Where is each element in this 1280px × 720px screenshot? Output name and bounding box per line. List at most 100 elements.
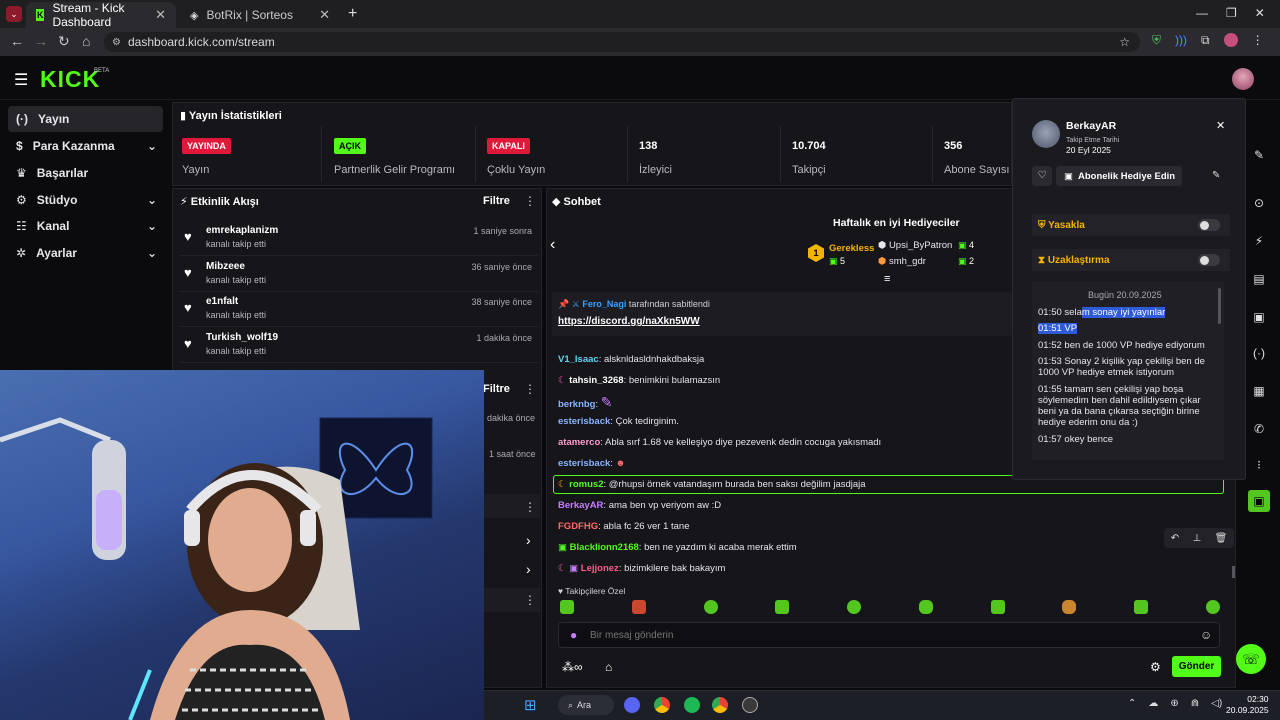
activity-menu-icon[interactable]: ⋮ — [524, 194, 536, 208]
chat-username[interactable]: esterisback — [558, 416, 610, 427]
chrome-active-icon[interactable] — [712, 697, 728, 713]
new-tab-button[interactable]: + — [348, 5, 357, 23]
ban-toggle[interactable] — [1198, 219, 1220, 231]
hamburger-menu-icon[interactable]: ☰ — [14, 70, 28, 90]
close-icon[interactable]: ✕ — [1216, 119, 1225, 132]
chat-username[interactable]: atamerco — [558, 437, 600, 448]
chat-username[interactable]: Lejjonez — [581, 563, 619, 574]
chat-username[interactable]: romus2 — [569, 479, 603, 490]
broadcast-icon[interactable]: (·) — [1248, 342, 1270, 364]
emote-icon[interactable] — [847, 600, 862, 614]
chat-input[interactable] — [590, 626, 1190, 644]
emote-picker-icon[interactable]: ⁂∞ — [562, 660, 583, 674]
target-icon[interactable]: ⊙ — [1248, 192, 1270, 214]
menu-dots-icon[interactable]: ⋮ — [1252, 33, 1264, 48]
chat-icon[interactable]: ▣ — [1248, 306, 1270, 328]
clock[interactable]: 02:30 20.09.2025 — [1226, 694, 1269, 716]
bolt-icon[interactable]: ⚡ — [1248, 230, 1270, 252]
chat-username[interactable]: V1_Isaac — [558, 354, 599, 365]
sidebar-item-kanal[interactable]: ☷ Kanal ⌄ — [8, 213, 163, 239]
bookmark-star-icon[interactable]: ☆ — [1119, 35, 1130, 49]
sidebar-item-ayarlar[interactable]: ✲ Ayarlar ⌄ — [8, 240, 163, 266]
sidebar-item-yayin[interactable]: (·) Yayın — [8, 106, 163, 132]
document-icon[interactable]: ▤ — [1248, 268, 1270, 290]
list-item[interactable]: ♥ Turkish_wolf19 kanalı takip etti 1 dak… — [180, 327, 538, 363]
sidebar-item-para-kazanma[interactable]: $ Para Kazanma ⌄ — [8, 133, 163, 159]
reply-icon[interactable]: ↶ — [1171, 533, 1179, 544]
microphone-icon[interactable]: ● — [570, 628, 577, 642]
pencil-icon[interactable]: ✎ — [1248, 144, 1270, 166]
collapse-icon[interactable]: ≡ — [884, 273, 890, 285]
emote-icon[interactable] — [1134, 600, 1149, 614]
chevron-up-icon[interactable]: ⌃ — [1128, 698, 1136, 709]
chat-username[interactable]: esterisback — [558, 458, 610, 469]
spotify-icon[interactable] — [684, 697, 700, 713]
tab-search-icon[interactable]: ⌄ — [6, 6, 22, 22]
kick-app-icon[interactable]: ▣ — [1248, 490, 1270, 512]
wrench-icon[interactable]: ✆ — [1248, 418, 1270, 440]
menu-dots-icon[interactable]: ⋮ — [524, 593, 536, 607]
gift-sub-button[interactable]: ▣ Abonelik Hediye Edin — [1056, 166, 1182, 186]
url-bar[interactable]: ⚙ dashboard.kick.com/stream ☆ — [104, 32, 1140, 52]
emote-icon[interactable] — [560, 600, 574, 614]
follow-heart-button[interactable]: ♡ — [1032, 166, 1052, 186]
list-item[interactable]: ♥ Mibzeee kanalı takip etti 36 saniye ön… — [180, 256, 538, 292]
volume-icon[interactable]: ◁) — [1211, 698, 1222, 709]
history-scrollbar[interactable] — [1218, 288, 1221, 324]
chevron-left-icon[interactable]: ‹ — [550, 236, 555, 254]
chevron-right-icon[interactable]: › — [526, 561, 531, 577]
chat-username[interactable]: BerkayAR — [558, 500, 603, 511]
obs-icon[interactable] — [742, 697, 758, 713]
emote-icon[interactable] — [918, 600, 933, 614]
emote-icon[interactable] — [631, 600, 646, 614]
cloud-icon[interactable]: ☁ — [1148, 698, 1158, 709]
reload-icon[interactable]: ↻ — [58, 33, 70, 50]
restore-icon[interactable]: ❐ — [1226, 6, 1237, 20]
send-button[interactable]: Gönder — [1172, 656, 1221, 677]
menu-dots-icon[interactable]: ⋮ — [524, 382, 536, 396]
menu-dots-icon[interactable]: ⋮ — [524, 500, 536, 514]
gifter-name[interactable]: ⬢ smh_gdr — [878, 256, 926, 267]
mic-icon[interactable]: ⊕ — [1170, 698, 1178, 709]
start-icon[interactable]: ⊞ — [524, 696, 537, 714]
gifter-name[interactable]: ⬢ Upsi_ByPatron — [878, 240, 952, 251]
chevron-right-icon[interactable]: › — [526, 532, 531, 548]
emoji-icon[interactable]: ☺ — [1200, 628, 1212, 642]
back-icon[interactable]: ← — [10, 33, 24, 49]
gifter-name[interactable]: Gerekless — [829, 243, 874, 254]
profile-avatar-icon[interactable] — [1223, 33, 1238, 47]
close-tab-icon[interactable]: ✕ — [155, 7, 166, 23]
emote-icon[interactable] — [1205, 600, 1220, 614]
avatar[interactable] — [1032, 120, 1060, 148]
wifi-icon[interactable]: ⋒ — [1191, 698, 1199, 709]
site-info-icon[interactable]: ⚙ — [112, 37, 121, 48]
popup-username[interactable]: BerkayAR — [1066, 120, 1116, 132]
list-item[interactable]: ♥ e1nfalt kanalı takip etti 38 saniye ön… — [180, 291, 538, 327]
minimize-icon[interactable]: — — [1196, 6, 1208, 20]
emote-icon[interactable] — [703, 600, 718, 614]
layout-icon[interactable]: ▦ — [1248, 380, 1270, 402]
filter-button-2[interactable]: Filtre — [483, 383, 510, 395]
chrome-icon[interactable] — [654, 697, 670, 713]
extension-shield-icon[interactable]: ⛨ — [1152, 33, 1161, 48]
extension-audio-icon[interactable]: ))) — [1175, 33, 1187, 48]
pinned-link[interactable]: https://discord.gg/naXkn5WW — [558, 316, 700, 327]
discord-icon[interactable] — [624, 697, 640, 713]
home-icon[interactable]: ⌂ — [82, 33, 90, 49]
list-item[interactable]: ♥ emrekaplanizm kanalı takip etti 1 sani… — [180, 220, 538, 256]
sidebar-item-studyo[interactable]: ⚙ Stüdyo ⌄ — [8, 187, 163, 213]
puzzle-icon[interactable]: ⧉ — [1201, 33, 1210, 48]
chat-username[interactable]: berknbg — [558, 399, 595, 410]
support-button[interactable]: ☏ — [1236, 644, 1266, 674]
emote-icon[interactable] — [1062, 600, 1077, 614]
more-icon[interactable]: ⁝ — [1248, 454, 1270, 476]
emote-icon[interactable] — [775, 600, 790, 614]
forward-icon[interactable]: → — [34, 33, 48, 49]
tab-kick-dashboard[interactable]: K Stream - Kick Dashboard ✕ — [26, 1, 176, 29]
chat-username[interactable]: tahsin_3268 — [569, 375, 623, 386]
timeout-toggle[interactable] — [1198, 254, 1220, 266]
kick-logo[interactable]: KICK — [40, 66, 100, 93]
taskbar-search[interactable]: ⌕ Ara — [558, 695, 614, 715]
store-icon[interactable]: ⌂ — [605, 660, 612, 674]
sidebar-item-basarilar[interactable]: ♛ Başarılar — [8, 160, 163, 186]
